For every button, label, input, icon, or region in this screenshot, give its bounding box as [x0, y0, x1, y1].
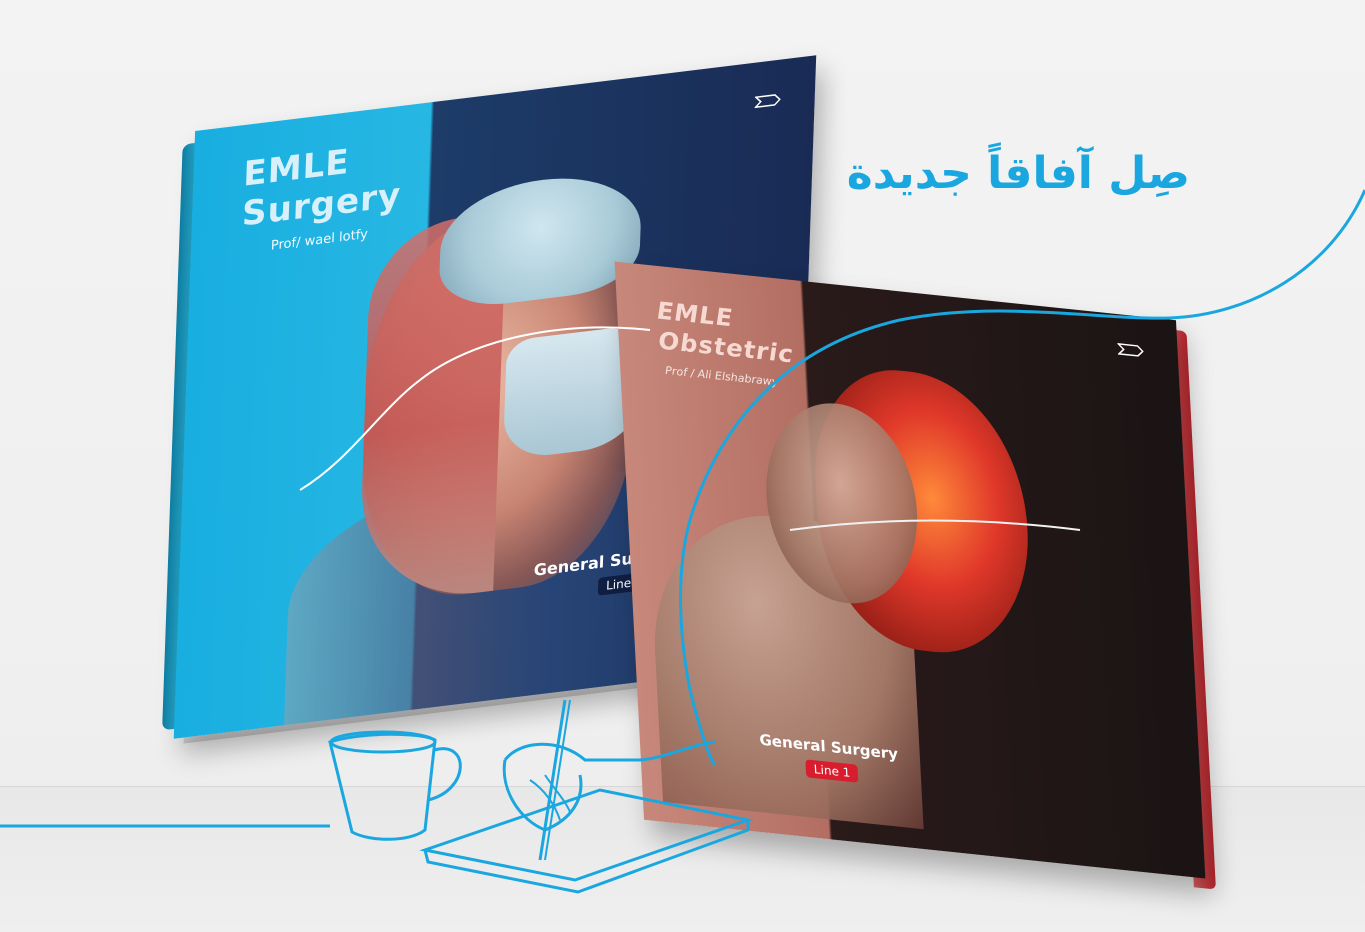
notebook-icon — [419, 788, 754, 894]
connector-curve — [679, 189, 1365, 767]
promo-banner: صِل آفاقاً جديدة EMLE Surgery Prof/ wael… — [0, 0, 1365, 932]
coffee-cup-icon — [328, 730, 462, 841]
inner-cover-line — [299, 326, 651, 491]
hand-writing-icon — [502, 699, 716, 861]
line-art-overlay — [0, 189, 1365, 894]
inner-cover-line-2 — [789, 519, 1081, 531]
